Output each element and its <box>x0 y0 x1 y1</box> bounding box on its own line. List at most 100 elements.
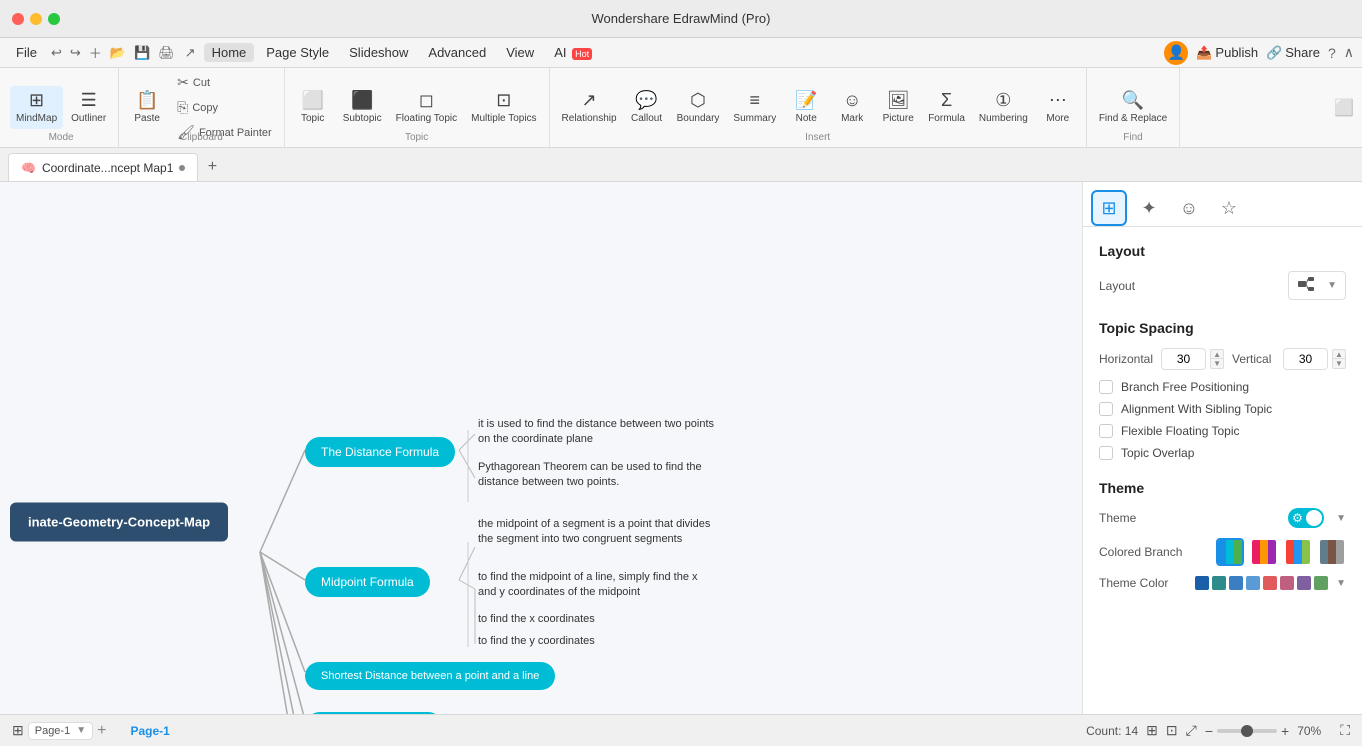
summary-button[interactable]: ≡ Summary <box>727 86 782 129</box>
swatch-6[interactable] <box>1280 576 1294 590</box>
open-btn[interactable]: 📂 <box>108 45 128 61</box>
horizontal-input[interactable]: 30 <box>1161 348 1206 370</box>
page-chevron-icon: ▼ <box>76 725 86 736</box>
leaf-text-3: the midpoint of a segment is a point tha… <box>478 517 718 548</box>
boundary-button[interactable]: ⬡ Boundary <box>671 86 726 129</box>
vertical-down[interactable]: ▼ <box>1332 359 1346 369</box>
panel-tab-star[interactable]: ☆ <box>1211 190 1247 226</box>
picture-button[interactable]: 🖼 Picture <box>876 86 920 129</box>
alignment-label: Alignment With Sibling Topic <box>1121 402 1272 416</box>
note-button[interactable]: 📝 Note <box>784 86 828 129</box>
boundary-icon: ⬡ <box>690 90 706 111</box>
color-swatches[interactable] <box>1195 576 1328 590</box>
close-button[interactable] <box>12 13 24 25</box>
cut-button[interactable]: ✂ Cut <box>171 71 278 94</box>
topic-button[interactable]: ⬜ Topic <box>291 86 335 129</box>
outliner-button[interactable]: ☰ Outliner <box>65 86 112 129</box>
swatch-8[interactable] <box>1314 576 1328 590</box>
branch-node-shortest[interactable]: Shortest Distance between a point and a … <box>305 662 555 690</box>
panel-toggle[interactable]: ⬜ <box>1330 68 1358 147</box>
publish-button[interactable]: 📤 Publish <box>1196 45 1258 61</box>
menu-slideshow[interactable]: Slideshow <box>341 43 416 62</box>
page-tab-1[interactable]: Page-1 <box>122 722 177 740</box>
zoom-in-button[interactable]: + <box>1281 723 1289 739</box>
branch-node-distance[interactable]: The Distance Formula <box>305 437 455 467</box>
vertical-spinner: ▲ ▼ <box>1332 349 1346 369</box>
view-toggle-1[interactable]: ⊞ <box>1146 722 1158 739</box>
cb-option-4[interactable] <box>1318 538 1346 566</box>
swatch-5[interactable] <box>1263 576 1277 590</box>
toggle-track[interactable]: ⚙ <box>1288 508 1324 528</box>
subtopic-button[interactable]: ⬛ Subtopic <box>337 86 388 129</box>
minimize-button[interactable] <box>30 13 42 25</box>
save-btn[interactable]: 💾 <box>132 45 152 61</box>
view-toggle-2[interactable]: ⊡ <box>1166 722 1178 739</box>
sidebar-toggle-icon[interactable]: ⊞ <box>12 722 24 740</box>
mark-button[interactable]: ☺ Mark <box>830 86 874 129</box>
callout-button[interactable]: 💬 Callout <box>625 86 669 129</box>
horizontal-down[interactable]: ▼ <box>1210 359 1224 369</box>
branch-node-equation[interactable]: Equation of the cirle <box>305 712 443 714</box>
alignment-checkbox[interactable] <box>1099 402 1113 416</box>
horizontal-up[interactable]: ▲ <box>1210 349 1224 359</box>
panel-tab-face[interactable]: ☺ <box>1171 190 1207 226</box>
relationship-button[interactable]: ↗ Relationship <box>556 86 623 129</box>
add-page-button[interactable]: + <box>97 722 106 740</box>
maximize-button[interactable] <box>48 13 60 25</box>
branch-node-midpoint[interactable]: Midpoint Formula <box>305 567 430 597</box>
user-avatar[interactable]: 👤 <box>1164 41 1188 65</box>
redo-btn[interactable]: ↪ <box>68 45 83 61</box>
canvas-area[interactable]: inate-Geometry-Concept-Map The Distance … <box>0 182 1082 714</box>
fullscreen-button[interactable]: ⛶ <box>1340 722 1350 739</box>
vertical-up[interactable]: ▲ <box>1332 349 1346 359</box>
overlap-checkbox[interactable] <box>1099 446 1113 460</box>
panel-tab-layout[interactable]: ⊞ <box>1091 190 1127 226</box>
formula-button[interactable]: Σ Formula <box>922 86 971 129</box>
layout-select[interactable]: ▼ <box>1288 271 1346 300</box>
flexible-checkbox[interactable] <box>1099 424 1113 438</box>
export-btn[interactable]: ↗ <box>181 45 200 61</box>
swatch-1[interactable] <box>1195 576 1209 590</box>
panel-toggle-icon: ⬜ <box>1334 98 1354 118</box>
central-node[interactable]: inate-Geometry-Concept-Map <box>10 503 228 542</box>
fit-screen-button[interactable]: ⤢ <box>1186 722 1197 739</box>
cb-option-1[interactable] <box>1216 538 1244 566</box>
help-button[interactable]: ? <box>1328 45 1336 61</box>
menu-ai[interactable]: AI Hot <box>546 43 600 62</box>
swatch-2[interactable] <box>1212 576 1226 590</box>
swatch-3[interactable] <box>1229 576 1243 590</box>
cb-option-2[interactable] <box>1250 538 1278 566</box>
page-selector[interactable]: Page-1 ▼ <box>28 722 93 740</box>
numbering-button[interactable]: ① Numbering <box>973 86 1034 129</box>
menu-view[interactable]: View <box>498 43 542 62</box>
undo-btn[interactable]: ↩ <box>49 45 64 61</box>
menu-page-style[interactable]: Page Style <box>258 43 337 62</box>
theme-toggle[interactable]: ⚙ <box>1288 508 1324 528</box>
find-group-label: Find <box>1087 132 1179 143</box>
add-tab-button[interactable]: + <box>198 153 226 181</box>
menu-advanced[interactable]: Advanced <box>420 43 494 62</box>
branch-free-checkbox[interactable] <box>1099 380 1113 394</box>
swatch-4[interactable] <box>1246 576 1260 590</box>
mindmap-button[interactable]: ⊞ MindMap <box>10 86 63 129</box>
zoom-out-button[interactable]: − <box>1205 723 1213 739</box>
share-button[interactable]: 🔗 Share <box>1266 45 1320 61</box>
multiple-topics-button[interactable]: ⊡ Multiple Topics <box>465 86 542 129</box>
menu-file[interactable]: File <box>8 43 45 62</box>
menu-home[interactable]: Home <box>204 43 255 62</box>
copy-button[interactable]: ⎘ Copy <box>171 96 278 119</box>
find-replace-button[interactable]: 🔍 Find & Replace <box>1093 86 1173 129</box>
swatch-7[interactable] <box>1297 576 1311 590</box>
collapse-button[interactable]: ∧ <box>1344 44 1354 61</box>
more-button[interactable]: ⋯ More <box>1036 86 1080 129</box>
new-btn[interactable]: ＋ <box>87 43 104 62</box>
zoom-slider[interactable] <box>1217 729 1277 733</box>
menubar-right: 👤 📤 Publish 🔗 Share ? ∧ <box>1164 41 1354 65</box>
panel-tab-ai[interactable]: ✦ <box>1131 190 1167 226</box>
cb-option-3[interactable] <box>1284 538 1312 566</box>
vertical-input[interactable]: 30 <box>1283 348 1328 370</box>
print-btn[interactable]: 🖨 <box>156 45 177 61</box>
current-tab[interactable]: 🧠 Coordinate...ncept Map1 <box>8 153 198 181</box>
paste-button[interactable]: 📋 Paste <box>125 86 169 129</box>
floating-topic-button[interactable]: ◻ Floating Topic <box>390 86 464 129</box>
